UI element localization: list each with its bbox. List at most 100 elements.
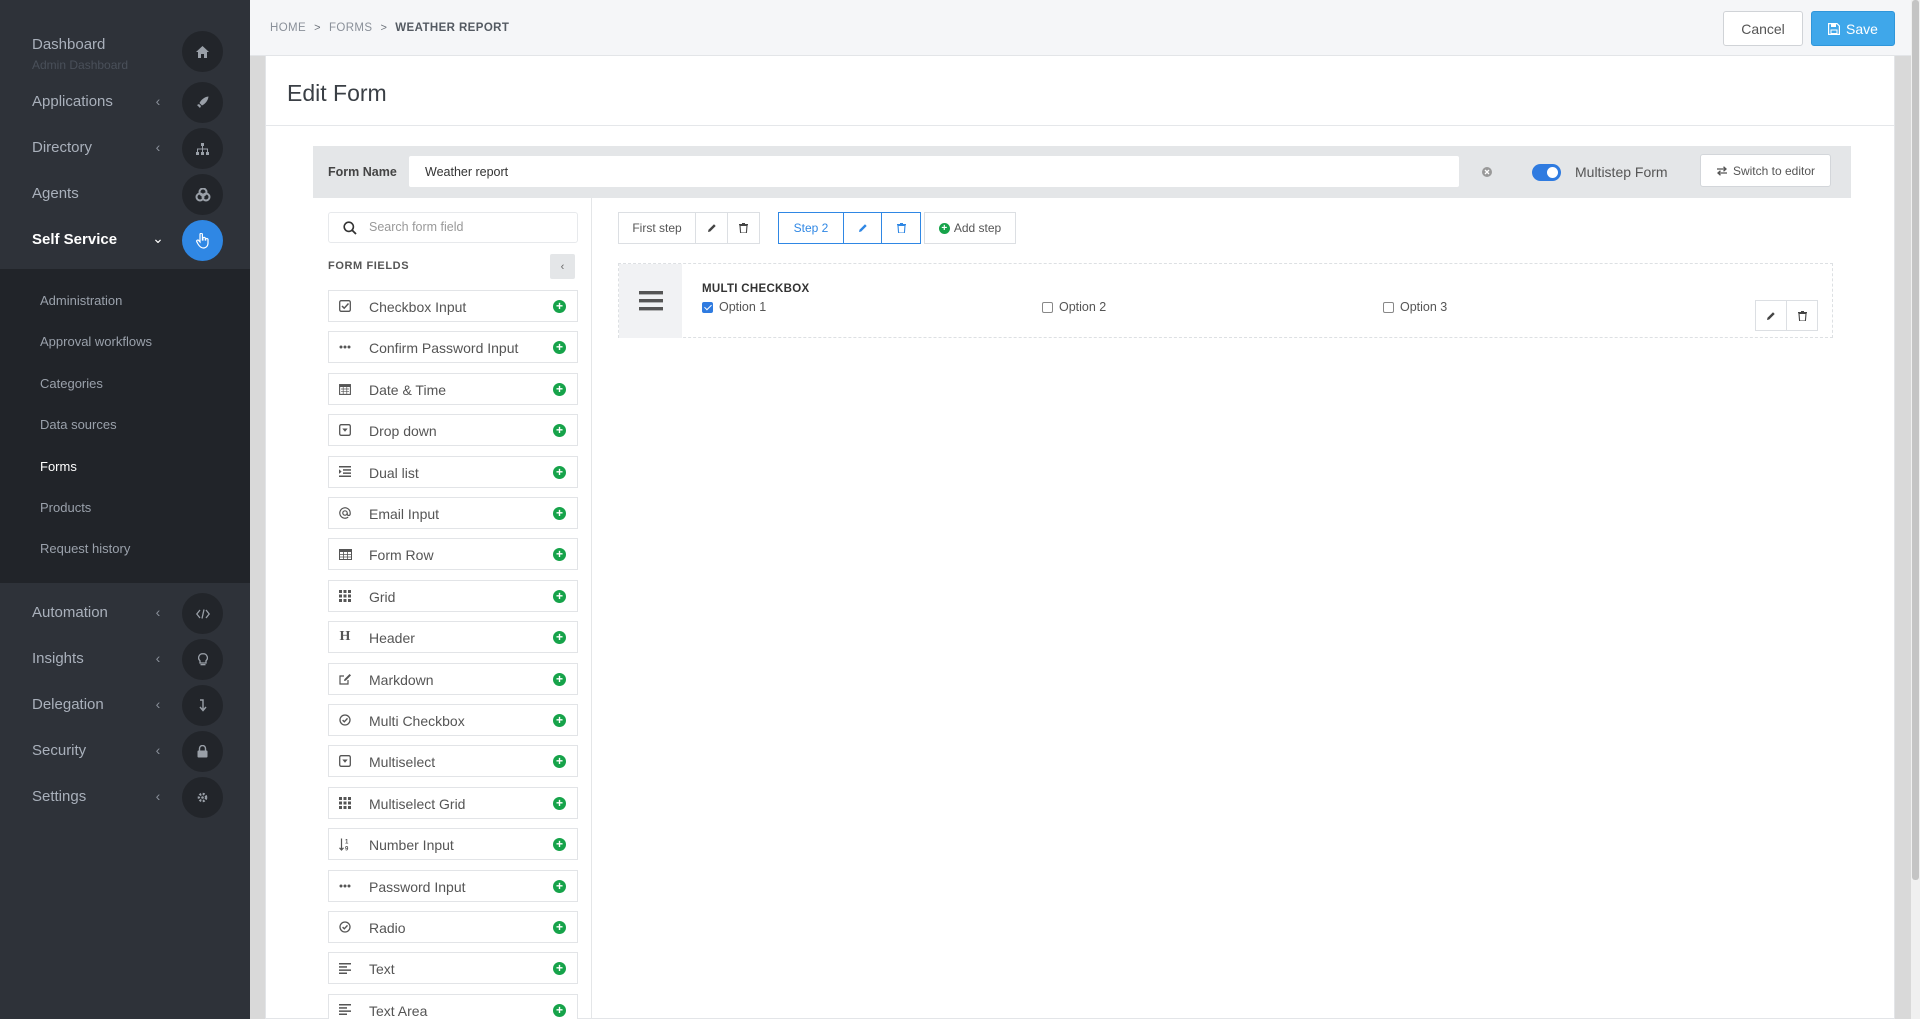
plus-circle-icon[interactable]: + <box>553 589 566 603</box>
indent-icon <box>338 465 352 479</box>
option-label: Option 3 <box>1400 300 1448 314</box>
submenu-item-categories[interactable]: Categories <box>40 376 103 391</box>
plus-circle-icon[interactable]: + <box>553 672 566 686</box>
delete-step-2-button[interactable] <box>881 212 921 244</box>
plus-circle-icon[interactable]: + <box>553 838 566 852</box>
checkbox[interactable] <box>1042 301 1053 313</box>
plus-circle-icon[interactable]: + <box>553 465 566 479</box>
form-field-item[interactable]: H Header + <box>328 621 578 654</box>
multi-checkbox-field[interactable]: MULTI CHECKBOX Option 1 Option 2 Option … <box>618 263 1833 338</box>
save-button[interactable]: Save <box>1811 11 1895 46</box>
form-field-item[interactable]: Multiselect + <box>328 745 578 778</box>
form-field-label: Markdown <box>369 671 434 688</box>
chevron-right-icon: > <box>314 22 321 34</box>
form-fields-title: FORM FIELDS <box>328 260 410 272</box>
form-name-label: Form Name <box>328 165 397 179</box>
submenu-item-approval-workflows[interactable]: Approval workflows <box>40 334 152 349</box>
breadcrumb-home[interactable]: HOME <box>270 22 306 34</box>
plus-circle-icon[interactable]: + <box>553 1003 566 1017</box>
delete-step-button[interactable] <box>727 212 760 244</box>
edit-step-button[interactable] <box>695 212 728 244</box>
form-field-item[interactable]: Text + <box>328 952 578 985</box>
plus-circle-icon[interactable]: + <box>553 755 566 769</box>
form-field-item[interactable]: Checkbox Input + <box>328 290 578 322</box>
form-field-item[interactable]: Drop down + <box>328 414 578 447</box>
plus-circle-icon[interactable]: + <box>553 300 566 313</box>
sidebar-item-security[interactable]: Security ‹ <box>0 728 250 774</box>
dropdown-icon <box>338 754 352 768</box>
form-field-item[interactable]: Grid + <box>328 579 578 612</box>
plus-circle-icon[interactable]: + <box>553 714 566 727</box>
step-first[interactable]: First step <box>618 212 696 244</box>
form-field-item[interactable]: Dual list + <box>328 455 578 488</box>
plus-circle-icon[interactable]: + <box>553 796 566 810</box>
plus-circle-icon[interactable]: + <box>553 507 566 520</box>
form-field-item[interactable]: Markdown + <box>328 662 578 695</box>
plus-circle-icon[interactable]: + <box>553 341 566 355</box>
grid-icon <box>338 796 352 810</box>
plus-circle-icon[interactable]: + <box>553 382 566 396</box>
search-input[interactable] <box>369 220 569 234</box>
sidebar-item-self-service[interactable]: Self Service ⌄ <box>0 218 250 264</box>
plus-circle-icon[interactable]: + <box>553 631 566 645</box>
submenu-item-data-sources[interactable]: Data sources <box>40 417 117 432</box>
sidebar-item-delegation[interactable]: Delegation ‹ <box>0 682 250 728</box>
sidebar-item-directory[interactable]: Directory ‹ <box>0 126 250 172</box>
multistep-toggle[interactable] <box>1532 164 1561 181</box>
drag-handle[interactable] <box>619 264 682 338</box>
submenu-item-administration[interactable]: Administration <box>40 293 122 308</box>
form-field-label: Confirm Password Input <box>369 340 519 357</box>
clear-input-icon[interactable] <box>1481 165 1493 177</box>
submenu-item-products[interactable]: Products <box>40 500 91 515</box>
submenu-item-forms[interactable]: Forms <box>40 459 77 474</box>
breadcrumb-forms[interactable]: FORMS <box>329 22 373 34</box>
plus-circle-icon[interactable]: + <box>553 962 566 976</box>
switch-to-editor-button[interactable]: Switch to editor <box>1700 154 1831 187</box>
form-name-input[interactable] <box>408 155 1460 188</box>
option-1[interactable]: Option 1 <box>702 300 766 314</box>
grid-icon <box>338 589 352 603</box>
form-field-item[interactable]: Text Area + <box>328 993 578 1019</box>
form-field-item[interactable]: Multi Checkbox + <box>328 704 578 736</box>
plus-circle-icon[interactable]: + <box>553 921 566 934</box>
sidebar-item-settings[interactable]: Settings ‹ <box>0 774 250 820</box>
step-2[interactable]: Step 2 <box>778 212 844 244</box>
checkbox[interactable] <box>1383 301 1394 313</box>
add-step-button[interactable]: + Add step <box>924 212 1016 244</box>
form-field-label: Multi Checkbox <box>369 713 465 729</box>
form-field-item[interactable]: Password Input + <box>328 869 578 902</box>
cancel-button[interactable]: Cancel <box>1723 11 1803 46</box>
form-field-item[interactable]: Form Row + <box>328 538 578 571</box>
heading-icon: H <box>339 629 351 645</box>
plus-circle-icon[interactable]: + <box>553 879 566 893</box>
form-field-item[interactable]: Confirm Password Input + <box>328 331 578 364</box>
form-field-label: Text Area <box>369 1002 428 1019</box>
edit-step-2-button[interactable] <box>843 212 882 244</box>
delete-field-button[interactable] <box>1786 300 1818 331</box>
checkbox[interactable] <box>702 301 713 313</box>
sidebar-item-applications[interactable]: Applications ‹ <box>0 80 250 126</box>
scrollbar-thumb[interactable] <box>1912 0 1919 880</box>
form-field-item[interactable]: Radio + <box>328 911 578 943</box>
chevron-left-icon: ‹ <box>560 260 565 273</box>
plus-circle-icon[interactable]: + <box>553 424 566 438</box>
option-2[interactable]: Option 2 <box>1042 300 1106 314</box>
form-field-item[interactable]: Date & Time + <box>328 372 578 405</box>
form-field-item[interactable]: Multiselect Grid + <box>328 786 578 819</box>
plus-circle-icon[interactable]: + <box>553 548 566 562</box>
sidebar-item-automation[interactable]: Automation ‹ <box>0 590 250 636</box>
submenu-item-request-history[interactable]: Request history <box>40 541 130 556</box>
sidebar-item-agents[interactable]: Agents <box>0 172 250 218</box>
sidebar-item-insights[interactable]: Insights ‹ <box>0 636 250 682</box>
form-field-item[interactable]: 1 9 Number Input + <box>328 828 578 861</box>
chevron-left-icon: ‹ <box>155 788 161 804</box>
sidebar-item-dashboard[interactable]: Dashboard Admin Dashboard <box>0 30 250 76</box>
vertical-scrollbar[interactable] <box>1911 0 1920 1019</box>
save-label: Save <box>1846 20 1878 37</box>
collapse-panel-button[interactable]: ‹ <box>550 254 575 279</box>
option-3[interactable]: Option 3 <box>1383 300 1447 314</box>
form-field-item[interactable]: Email Input + <box>328 497 578 529</box>
edit-field-button[interactable] <box>1755 300 1787 331</box>
search-box[interactable] <box>328 212 578 243</box>
form-field-label: Multiselect <box>369 754 436 771</box>
